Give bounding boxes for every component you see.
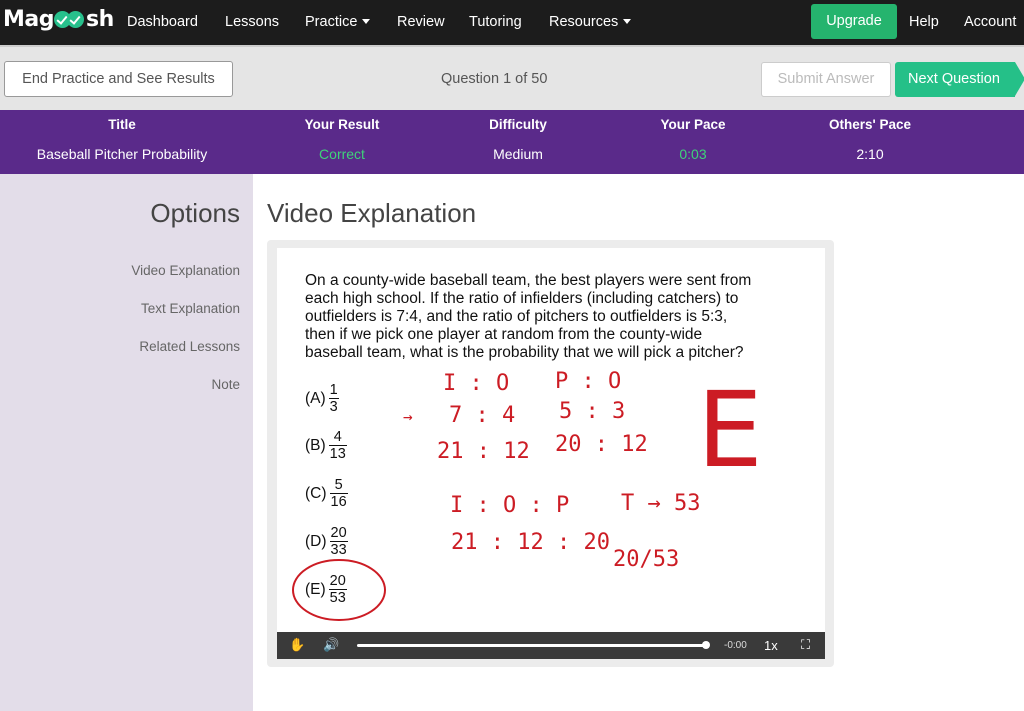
logo-checkmarks-icon: [54, 8, 86, 30]
options-title: Options: [150, 198, 240, 228]
hw-ratio-211220: 21 : 12 : 20: [451, 530, 610, 555]
logo-text-right: sh: [86, 7, 114, 32]
nav-practice-label: Practice: [305, 14, 358, 30]
hw-answer-letter: E: [697, 369, 763, 491]
hw-answer-fraction: 20/53: [613, 547, 679, 572]
stat-header-difficulty: Difficulty: [489, 117, 547, 132]
hw-ratio-74: 7 : 4: [449, 403, 515, 428]
stat-value-your-pace: 0:03: [679, 146, 707, 162]
next-question-button[interactable]: Next Question: [895, 62, 1024, 97]
nav-lessons[interactable]: Lessons: [225, 14, 279, 30]
sidebar-item-note[interactable]: Note: [211, 377, 240, 392]
nav-account[interactable]: Account: [964, 14, 1016, 30]
practice-toolbar: End Practice and See Results Question 1 …: [0, 45, 1024, 110]
fullscreen-icon[interactable]: ⛶: [801, 637, 810, 653]
question-stats-bar: Title Your Result Difficulty Your Pace O…: [0, 110, 1024, 174]
hw-total-53: T → 53: [621, 491, 700, 516]
hw-ratio-po: P : O: [555, 369, 621, 394]
video-progress-bar[interactable]: [357, 641, 710, 649]
chevron-down-icon: [623, 19, 632, 24]
stat-value-title: Baseball Pitcher Probability: [36, 146, 208, 162]
top-nav: Mag sh Dashboard Lessons Practice Review …: [0, 0, 1024, 45]
sidebar-item-text-explanation[interactable]: Text Explanation: [141, 301, 240, 316]
sidebar-item-video-explanation[interactable]: Video Explanation: [131, 263, 240, 278]
hw-ratio-2012: 20 : 12: [555, 432, 648, 457]
stat-value-result: Correct: [319, 146, 365, 162]
stat-value-difficulty: Medium: [493, 146, 543, 162]
answer-circle: [292, 559, 386, 621]
hw-ratio-2112: 21 : 12: [437, 439, 530, 464]
handwritten-annotations: I : O P : O → 7 : 4 5 : 3 21 : 12 20 : 1…: [292, 369, 763, 621]
progress-thumb[interactable]: [702, 641, 710, 649]
question-counter: Question 1 of 50: [441, 71, 548, 87]
nav-review[interactable]: Review: [397, 14, 445, 30]
page-title: Video Explanation: [267, 198, 477, 228]
stat-header-title: Title: [108, 117, 136, 132]
playback-speed-button[interactable]: 1x: [764, 638, 778, 653]
logo-text-left: Mag: [3, 7, 55, 32]
sidebar-item-related-lessons[interactable]: Related Lessons: [139, 339, 240, 354]
nav-resources-label: Resources: [549, 14, 619, 30]
stat-header-your-pace: Your Pace: [660, 117, 726, 132]
hw-ratio-iop: I : O : P: [450, 493, 569, 518]
stat-value-others-pace: 2:10: [856, 146, 884, 162]
submit-answer-button[interactable]: Submit Answer: [761, 62, 891, 97]
hw-ratio-io: I : O: [443, 371, 509, 396]
upgrade-button[interactable]: Upgrade: [811, 4, 897, 39]
nav-tutoring[interactable]: Tutoring: [469, 14, 522, 30]
video-player[interactable]: On a county-wide baseball team, the best…: [277, 248, 825, 632]
nav-resources[interactable]: Resources: [549, 14, 632, 30]
options-sidebar: Options Video Explanation Text Explanati…: [0, 174, 253, 711]
stat-header-others-pace: Others' Pace: [828, 117, 911, 132]
hand-icon[interactable]: ✋: [289, 637, 305, 653]
arrow-icon: →: [403, 407, 413, 426]
time-remaining: -0:00: [724, 640, 747, 651]
chevron-down-icon: [362, 19, 371, 24]
nav-dashboard[interactable]: Dashboard: [127, 14, 198, 30]
end-practice-button[interactable]: End Practice and See Results: [4, 61, 233, 97]
video-controls: ✋ 🔊 -0:00 1x ⛶: [277, 632, 825, 659]
volume-icon[interactable]: 🔊: [323, 637, 339, 653]
nav-practice[interactable]: Practice: [305, 14, 371, 30]
magoosh-logo[interactable]: Mag sh: [3, 7, 114, 32]
nav-help[interactable]: Help: [909, 14, 939, 30]
stat-header-result: Your Result: [304, 117, 380, 132]
hw-ratio-53: 5 : 3: [559, 399, 625, 424]
